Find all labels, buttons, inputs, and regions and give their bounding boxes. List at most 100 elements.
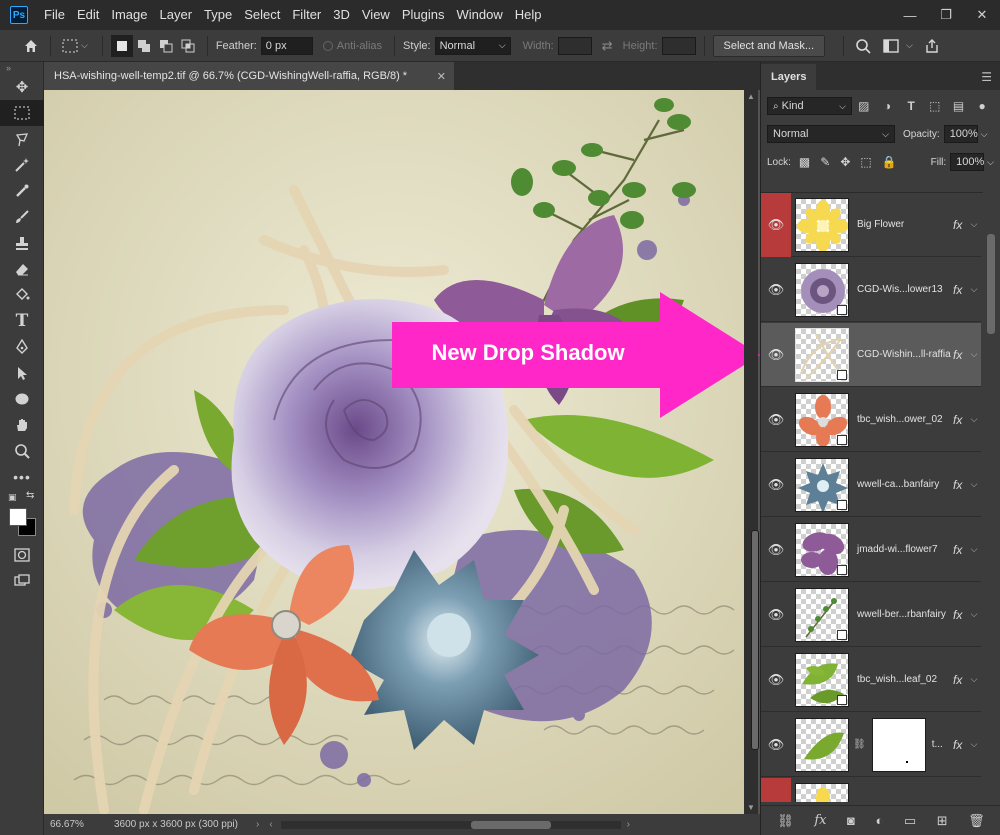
lock-position-icon[interactable]: ✥: [840, 155, 850, 169]
menu-filter[interactable]: Filter: [286, 0, 327, 30]
fx-icon[interactable]: fx: [953, 413, 967, 427]
add-style-fx-icon[interactable]: fx: [814, 813, 826, 828]
close-tab-icon[interactable]: ✕: [437, 70, 446, 83]
path-selection-tool-icon[interactable]: [0, 360, 44, 386]
menu-3d[interactable]: 3D: [327, 0, 356, 30]
fill-input[interactable]: 100%: [950, 153, 984, 171]
filter-type-icon[interactable]: T: [899, 99, 923, 113]
opacity-input[interactable]: 100%: [943, 125, 978, 143]
canvas-horizontal-scrollbar[interactable]: [280, 820, 621, 829]
move-tool-icon[interactable]: ✥: [0, 74, 44, 100]
stamp-tool-icon[interactable]: [0, 230, 44, 256]
share-icon[interactable]: [921, 35, 943, 57]
eraser-tool-icon[interactable]: [0, 256, 44, 282]
layer-row[interactable]: 👁 tbc_wish...leaf_02 fx ⌵: [761, 648, 981, 712]
visibility-eye-icon[interactable]: 👁: [761, 193, 791, 257]
width-input[interactable]: [557, 36, 592, 55]
menu-file[interactable]: File: [38, 0, 71, 30]
default-colors-icon[interactable]: ▣: [8, 492, 17, 503]
adjustment-layer-icon[interactable]: ◐: [875, 813, 883, 828]
eyedropper-tool-icon[interactable]: [0, 178, 44, 204]
zoom-level[interactable]: 66.67%: [44, 819, 104, 830]
chevron-down-icon[interactable]: ▼: [747, 803, 755, 812]
layer-row[interactable]: 👁 ⛓ t... fx ⌵: [761, 713, 981, 777]
feather-input[interactable]: 0 px: [260, 36, 313, 55]
swap-dimensions-icon[interactable]: ⇄: [602, 38, 613, 54]
fx-icon[interactable]: fx: [953, 348, 967, 362]
chevron-down-icon[interactable]: ⌵: [81, 40, 88, 51]
layers-tab[interactable]: Layers: [761, 64, 817, 90]
more-tools-icon[interactable]: •••: [0, 464, 44, 490]
filter-shape-icon[interactable]: ⬚: [923, 99, 947, 113]
layer-row[interactable]: [761, 777, 981, 802]
close-button[interactable]: ✕: [964, 0, 1000, 30]
collapse-toolbar-icon[interactable]: »: [0, 62, 43, 74]
scroll-thumb[interactable]: [751, 530, 759, 750]
menu-image[interactable]: Image: [105, 0, 153, 30]
home-icon[interactable]: [20, 35, 42, 57]
filter-kind-select[interactable]: ⌕ Kind ⌵: [767, 97, 852, 115]
layer-row[interactable]: 👁 wwell-ca...banfairy fx ⌵: [761, 453, 981, 517]
lasso-tool-icon[interactable]: [0, 126, 44, 152]
layer-mask-thumbnail[interactable]: [871, 717, 926, 772]
delete-layer-icon[interactable]: 🗑: [968, 813, 985, 829]
ellipse-tool-icon[interactable]: [0, 386, 44, 412]
document-tab[interactable]: HSA-wishing-well-temp2.tif @ 66.7% (CGD-…: [44, 62, 454, 90]
brush-tool-icon[interactable]: [0, 204, 44, 230]
menu-type[interactable]: Type: [198, 0, 238, 30]
chevron-down-icon[interactable]: ⌵: [967, 414, 981, 425]
workspace-icon[interactable]: [880, 35, 902, 57]
new-layer-icon[interactable]: ⊞: [937, 813, 948, 829]
link-layers-icon[interactable]: ⛓: [777, 813, 794, 829]
height-input[interactable]: [661, 36, 696, 55]
fx-icon[interactable]: fx: [953, 283, 967, 297]
lock-artboard-icon[interactable]: ⬚: [860, 155, 871, 169]
status-menu-chevron-icon[interactable]: ›: [256, 819, 259, 830]
canvas[interactable]: [44, 90, 744, 814]
lock-image-icon[interactable]: ✎: [820, 155, 830, 169]
zoom-tool-icon[interactable]: [0, 438, 44, 464]
fx-icon[interactable]: fx: [953, 543, 967, 557]
screen-mode-icon[interactable]: [0, 568, 44, 594]
filter-pixel-icon[interactable]: ▨: [852, 99, 876, 113]
chevron-down-icon[interactable]: ⌵: [967, 739, 981, 750]
chevron-down-icon[interactable]: ⌵: [967, 219, 981, 230]
add-selection-icon[interactable]: [133, 35, 155, 57]
foreground-color-swatch[interactable]: [9, 508, 27, 526]
hscroll-left-icon[interactable]: ‹: [269, 819, 272, 830]
menu-layer[interactable]: Layer: [154, 0, 199, 30]
search-icon[interactable]: [852, 35, 874, 57]
lock-transparent-icon[interactable]: ▩: [799, 155, 810, 169]
chevron-down-icon[interactable]: ⌵: [967, 609, 981, 620]
type-tool-icon[interactable]: T: [0, 308, 44, 334]
rect-marquee-tool-icon[interactable]: [0, 100, 44, 126]
new-group-icon[interactable]: ▭: [904, 813, 916, 829]
layer-row[interactable]: 👁 jmadd-wi...flower7 fx ⌵: [761, 518, 981, 582]
chevron-down-icon[interactable]: ⌵: [967, 544, 981, 555]
pen-tool-icon[interactable]: [0, 334, 44, 360]
visibility-eye-icon[interactable]: 👁: [761, 258, 791, 322]
layer-row[interactable]: 👁 CGD-Wis...lower13 fx ⌵: [761, 258, 981, 322]
chevron-up-icon[interactable]: ▲: [747, 92, 755, 101]
subtract-selection-icon[interactable]: [155, 35, 177, 57]
paint-bucket-tool-icon[interactable]: [0, 282, 44, 308]
menu-plugins[interactable]: Plugins: [396, 0, 451, 30]
hscroll-thumb[interactable]: [470, 820, 551, 829]
menu-window[interactable]: Window: [450, 0, 508, 30]
visibility-eye-icon[interactable]: 👁: [761, 583, 791, 647]
chevron-down-icon[interactable]: ⌵: [981, 129, 988, 140]
swap-colors-icon[interactable]: ⇆: [26, 490, 34, 501]
quick-mask-icon[interactable]: [0, 542, 44, 568]
chevron-down-icon[interactable]: ⌵: [967, 674, 981, 685]
antialias-checkbox[interactable]: [322, 40, 333, 51]
menu-select[interactable]: Select: [238, 0, 286, 30]
minimize-button[interactable]: —: [892, 0, 928, 30]
fx-icon[interactable]: fx: [953, 478, 967, 492]
style-select[interactable]: Normal ⌵: [434, 36, 511, 55]
visibility-eye-icon[interactable]: [761, 777, 791, 802]
layer-row-selected[interactable]: 👁 CGD-Wishin...ll-raffia fx ⌵: [761, 323, 981, 387]
lock-all-icon[interactable]: 🔒: [882, 155, 897, 169]
visibility-eye-icon[interactable]: 👁: [761, 453, 791, 517]
layer-row[interactable]: 👁 wwell-ber...rbanfairy fx ⌵: [761, 583, 981, 647]
magic-wand-tool-icon[interactable]: [0, 152, 44, 178]
